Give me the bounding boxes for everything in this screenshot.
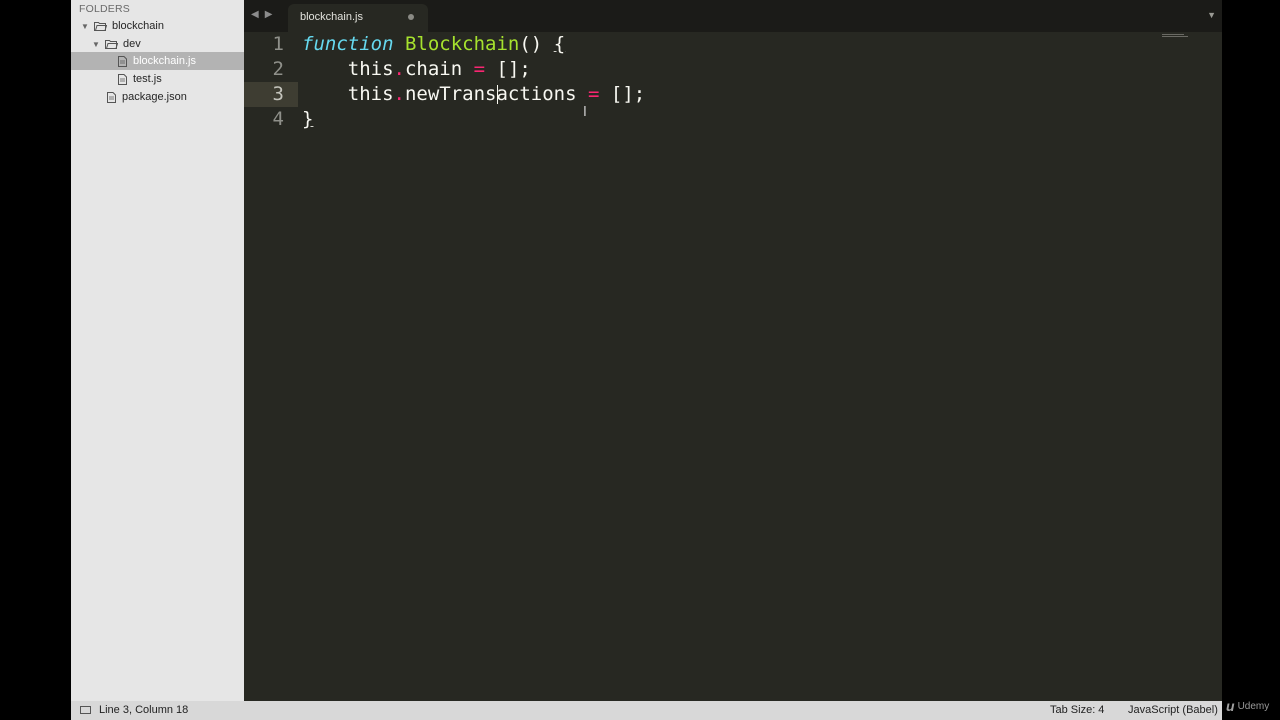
code-token: . [393, 58, 405, 80]
disclosure-down-icon[interactable]: ▼ [91, 40, 101, 49]
tree-file-package-json[interactable]: package.json [71, 88, 244, 106]
tab-nav: ◀ ▶ [251, 9, 272, 20]
code-token: = [473, 58, 486, 80]
tree-label: dev [123, 38, 141, 50]
tab-label: blockchain.js [300, 11, 363, 23]
code-token: chain [404, 58, 474, 80]
tab-bar: ◀ ▶ blockchain.js ▼ [244, 0, 1222, 32]
sidebar: FOLDERS ▼ blockchain ▼ dev blockchain.js… [71, 0, 244, 701]
code-line[interactable]: this.newTransactions = []; [302, 82, 645, 107]
code-line[interactable]: function Blockchain() { [302, 32, 645, 57]
text-caret [497, 85, 498, 104]
syntax-selector[interactable]: JavaScript (Babel) [1128, 704, 1218, 716]
tree-label: blockchain.js [133, 55, 196, 67]
tree-label: package.json [122, 91, 187, 103]
code-token: Blockchain [404, 33, 520, 55]
watermark-text: Udemy [1237, 700, 1270, 712]
code-token: this [302, 83, 394, 105]
panel-toggle-icon[interactable] [80, 706, 91, 714]
code-token: . [393, 83, 405, 105]
code-token: function [302, 33, 394, 55]
code-token: } [302, 108, 314, 130]
folder-open-icon [94, 21, 107, 31]
code-token: []; [599, 83, 646, 105]
tree-folder-blockchain[interactable]: ▼ blockchain [71, 17, 244, 35]
code-token: newTrans [404, 83, 497, 105]
cursor-position: Line 3, Column 18 [99, 704, 189, 716]
tab-blockchain-js[interactable]: blockchain.js [288, 4, 428, 32]
udemy-watermark: u Udemy [1226, 698, 1269, 714]
line-number: 2 [272, 58, 284, 80]
unsaved-dot-icon[interactable] [408, 14, 414, 20]
tree-folder-dev[interactable]: ▼ dev [71, 35, 244, 53]
tree-label: test.js [133, 73, 162, 85]
tree-label: blockchain [112, 20, 164, 32]
sidebar-heading: FOLDERS [79, 3, 130, 15]
tree-file-blockchain-js[interactable]: blockchain.js [71, 52, 244, 70]
triangle-down-icon[interactable]: ▼ [1207, 10, 1216, 20]
minimap[interactable] [1162, 34, 1190, 38]
code-text[interactable]: function Blockchain() { this.chain = [];… [302, 32, 645, 132]
code-token: actions [496, 83, 588, 105]
line-number: 3 [272, 83, 284, 105]
chevron-right-icon[interactable]: ▶ [265, 9, 273, 20]
code-token: { [553, 33, 566, 55]
tree-file-test-js[interactable]: test.js [71, 70, 244, 88]
chevron-left-icon[interactable]: ◀ [251, 9, 259, 20]
code-line[interactable]: } [302, 107, 645, 132]
code-token: this [302, 58, 394, 80]
line-number: 1 [272, 33, 284, 55]
tab-size-selector[interactable]: Tab Size: 4 [1050, 704, 1104, 716]
file-icon [118, 73, 127, 85]
disclosure-down-icon[interactable]: ▼ [80, 22, 90, 31]
line-number: 4 [272, 108, 284, 130]
code-line[interactable]: this.chain = []; [302, 57, 645, 82]
folder-open-icon [105, 39, 118, 49]
file-icon [107, 91, 116, 103]
code-token: () [519, 33, 554, 55]
udemy-logo-icon: u [1226, 698, 1235, 714]
code-token: = [588, 83, 600, 105]
code-editor[interactable]: 1 2 3 4 function Blockchain() { this.cha… [244, 32, 1222, 701]
code-token: []; [485, 58, 531, 80]
file-icon [118, 55, 127, 67]
text-cursor-icon: I [583, 105, 587, 120]
status-bar: Line 3, Column 18 Tab Size: 4 JavaScript… [71, 701, 1222, 720]
